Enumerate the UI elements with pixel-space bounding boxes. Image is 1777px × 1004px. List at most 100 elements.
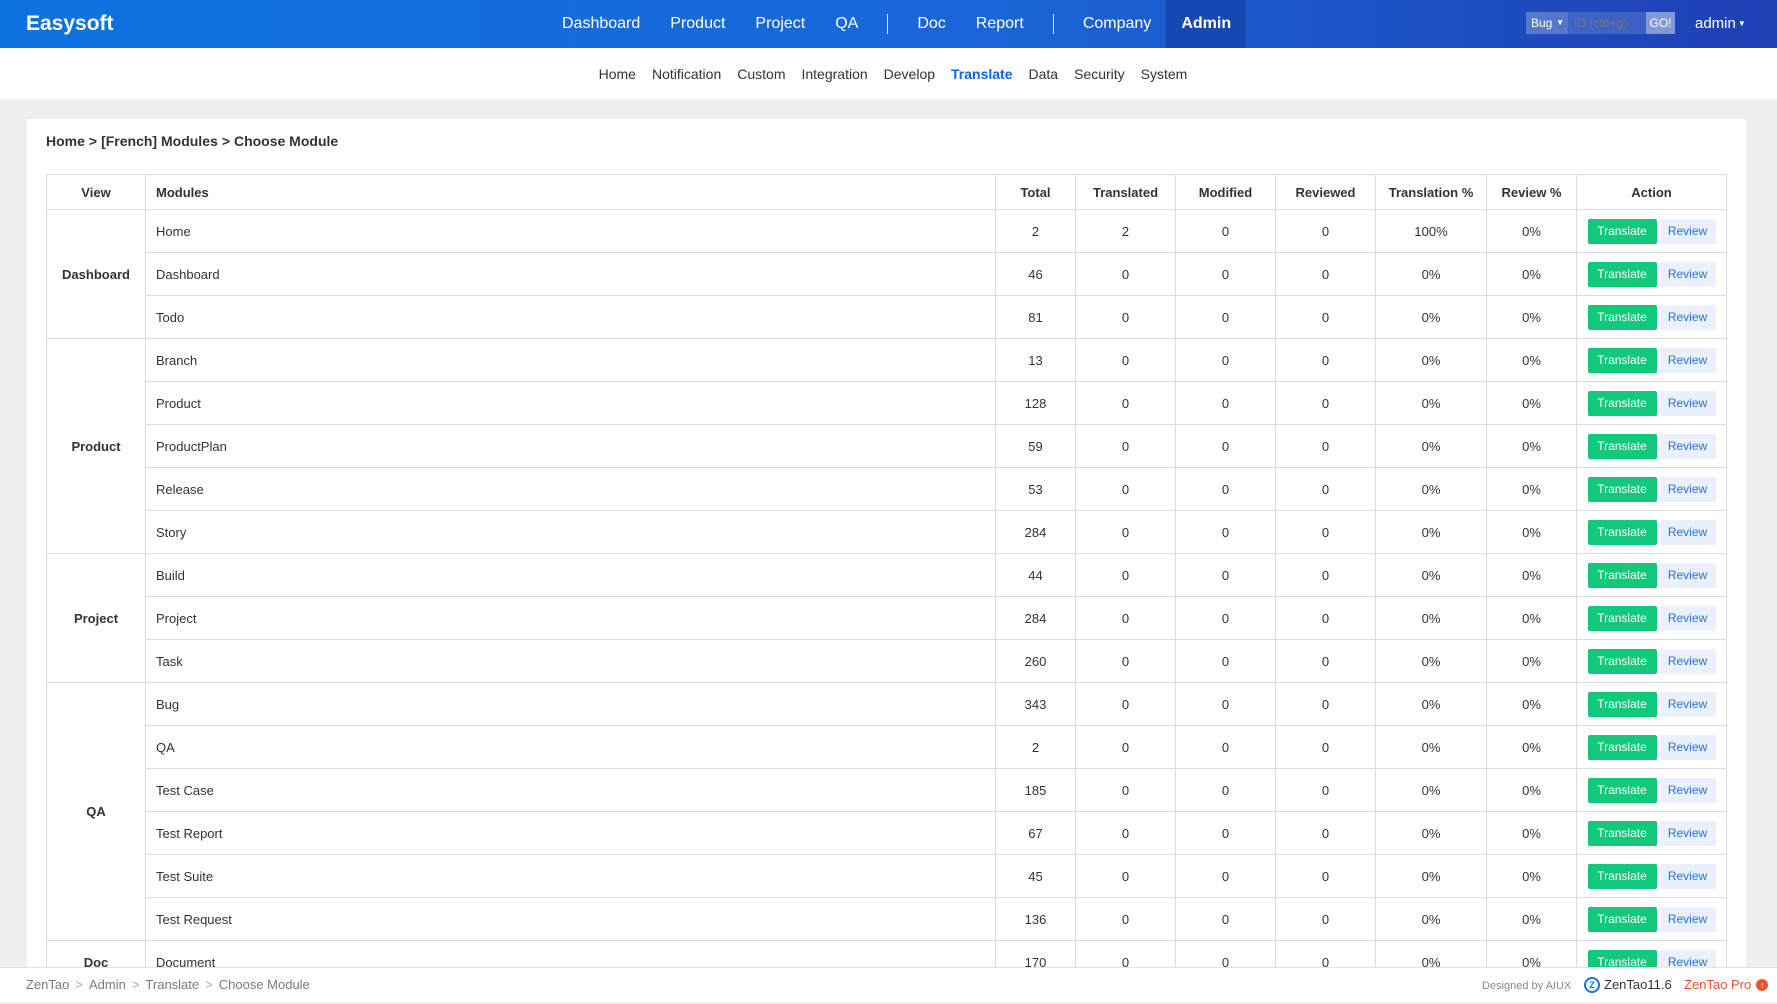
subnav-home[interactable]: Home xyxy=(599,66,636,82)
review-button[interactable]: Review xyxy=(1659,820,1716,846)
review-pct-cell: 0% xyxy=(1486,295,1577,339)
review-button[interactable]: Review xyxy=(1659,777,1716,803)
modified-cell: 0 xyxy=(1175,209,1276,253)
translation-pct-cell: 0% xyxy=(1375,768,1487,812)
modified-cell: 0 xyxy=(1175,510,1276,554)
translate-button[interactable]: Translate xyxy=(1587,691,1657,717)
review-button[interactable]: Review xyxy=(1659,519,1716,545)
translate-button[interactable]: Translate xyxy=(1587,261,1657,287)
review-pct-cell: 0% xyxy=(1486,811,1577,855)
translate-button[interactable]: Translate xyxy=(1587,390,1657,416)
quick-search: Bug▼ GO! xyxy=(1526,12,1675,34)
nav-report[interactable]: Report xyxy=(961,0,1039,48)
translation-pct-cell: 0% xyxy=(1375,811,1487,855)
modified-cell: 0 xyxy=(1175,338,1276,382)
translated-cell: 0 xyxy=(1075,338,1176,382)
translate-button[interactable]: Translate xyxy=(1587,476,1657,502)
review-button[interactable]: Review xyxy=(1659,691,1716,717)
review-button[interactable]: Review xyxy=(1659,476,1716,502)
reviewed-cell: 0 xyxy=(1275,424,1376,468)
nav-divider xyxy=(1052,14,1054,34)
review-button[interactable]: Review xyxy=(1659,863,1716,889)
module-name-cell: Test Report xyxy=(145,811,996,855)
search-input[interactable] xyxy=(1568,12,1646,34)
review-button[interactable]: Review xyxy=(1659,906,1716,932)
subnav-system[interactable]: System xyxy=(1141,66,1188,82)
top-header: Easysoft Dashboard Product Project QA Do… xyxy=(0,0,1777,48)
review-button[interactable]: Review xyxy=(1659,605,1716,631)
translate-button[interactable]: Translate xyxy=(1587,562,1657,588)
modified-cell: 0 xyxy=(1175,811,1276,855)
translate-button[interactable]: Translate xyxy=(1587,304,1657,330)
modified-cell: 0 xyxy=(1175,252,1276,296)
zentao-pro-link[interactable]: ZenTao Pro ↑ xyxy=(1684,968,1769,1002)
subnav-translate[interactable]: Translate xyxy=(951,66,1012,82)
modified-cell: 0 xyxy=(1175,295,1276,339)
subnav-develop[interactable]: Develop xyxy=(884,66,935,82)
subnav-notification[interactable]: Notification xyxy=(652,66,721,82)
subnav-integration[interactable]: Integration xyxy=(801,66,867,82)
total-cell: 81 xyxy=(995,295,1076,339)
nav-product[interactable]: Product xyxy=(655,0,740,48)
search-go-button[interactable]: GO! xyxy=(1646,12,1675,34)
search-type-select[interactable]: Bug ▼ xyxy=(1526,12,1568,34)
translate-button[interactable]: Translate xyxy=(1587,218,1657,244)
translate-button[interactable]: Translate xyxy=(1587,863,1657,889)
review-button[interactable]: Review xyxy=(1659,433,1716,459)
translate-button[interactable]: Translate xyxy=(1587,433,1657,459)
subnav-security[interactable]: Security xyxy=(1074,66,1125,82)
nav-company[interactable]: Company xyxy=(1068,0,1166,48)
nav-project[interactable]: Project xyxy=(740,0,820,48)
action-cell: Translate Review xyxy=(1576,295,1727,339)
translate-button[interactable]: Translate xyxy=(1587,734,1657,760)
translate-button[interactable]: Translate xyxy=(1587,777,1657,803)
brand-logo[interactable]: Easysoft xyxy=(26,0,114,48)
action-cell: Translate Review xyxy=(1576,338,1727,382)
total-cell: 136 xyxy=(995,897,1076,941)
review-button[interactable]: Review xyxy=(1659,390,1716,416)
reviewed-cell: 0 xyxy=(1275,252,1376,296)
breadcrumb-home[interactable]: Home xyxy=(46,133,85,149)
footer-crumb-admin[interactable]: Admin xyxy=(89,977,126,992)
breadcrumb-lang[interactable]: [French] Modules xyxy=(101,133,218,149)
nav-admin[interactable]: Admin xyxy=(1166,0,1247,48)
review-button[interactable]: Review xyxy=(1659,562,1716,588)
subnav-data[interactable]: Data xyxy=(1029,66,1059,82)
review-button[interactable]: Review xyxy=(1659,347,1716,373)
subnav-custom[interactable]: Custom xyxy=(737,66,785,82)
footer-crumb-translate[interactable]: Translate xyxy=(145,977,199,992)
table-row: Product 128 0 0 0 0% 0% Translate Review xyxy=(47,381,1727,425)
review-button[interactable]: Review xyxy=(1659,304,1716,330)
table-row: Test Report 67 0 0 0 0% 0% Translate Review xyxy=(47,811,1727,855)
designed-by[interactable]: Designed by AIUX xyxy=(1482,968,1571,1004)
action-cell: Translate Review xyxy=(1576,467,1727,511)
nav-doc[interactable]: Doc xyxy=(902,0,960,48)
review-button[interactable]: Review xyxy=(1659,734,1716,760)
nav-dashboard[interactable]: Dashboard xyxy=(547,0,655,48)
zentao-version[interactable]: Z ZenTao11.6 xyxy=(1584,968,1672,1002)
col-view: View xyxy=(46,174,146,210)
col-total: Total xyxy=(995,174,1076,210)
reviewed-cell: 0 xyxy=(1275,897,1376,941)
review-pct-cell: 0% xyxy=(1486,553,1577,597)
user-menu[interactable]: admin ▼ xyxy=(1695,0,1746,48)
translated-cell: 0 xyxy=(1075,295,1176,339)
footer-crumb-zentao[interactable]: ZenTao xyxy=(26,977,69,992)
translate-button[interactable]: Translate xyxy=(1587,648,1657,674)
nav-qa[interactable]: QA xyxy=(820,0,873,48)
translate-button[interactable]: Translate xyxy=(1587,605,1657,631)
translate-button[interactable]: Translate xyxy=(1587,820,1657,846)
modified-cell: 0 xyxy=(1175,940,1276,969)
col-translation-pct: Translation % xyxy=(1375,174,1487,210)
total-cell: 44 xyxy=(995,553,1076,597)
table-row: Test Case 185 0 0 0 0% 0% Translate Review xyxy=(47,768,1727,812)
translate-button[interactable]: Translate xyxy=(1587,347,1657,373)
translate-button[interactable]: Translate xyxy=(1587,519,1657,545)
translate-button[interactable]: Translate xyxy=(1587,906,1657,932)
zentao-logo-icon: Z xyxy=(1584,977,1600,993)
review-button[interactable]: Review xyxy=(1659,648,1716,674)
sub-nav: Home Notification Custom Integration Dev… xyxy=(0,48,1777,99)
review-button[interactable]: Review xyxy=(1659,218,1716,244)
review-button[interactable]: Review xyxy=(1659,261,1716,287)
table-row: Task 260 0 0 0 0% 0% Translate Review xyxy=(47,639,1727,683)
